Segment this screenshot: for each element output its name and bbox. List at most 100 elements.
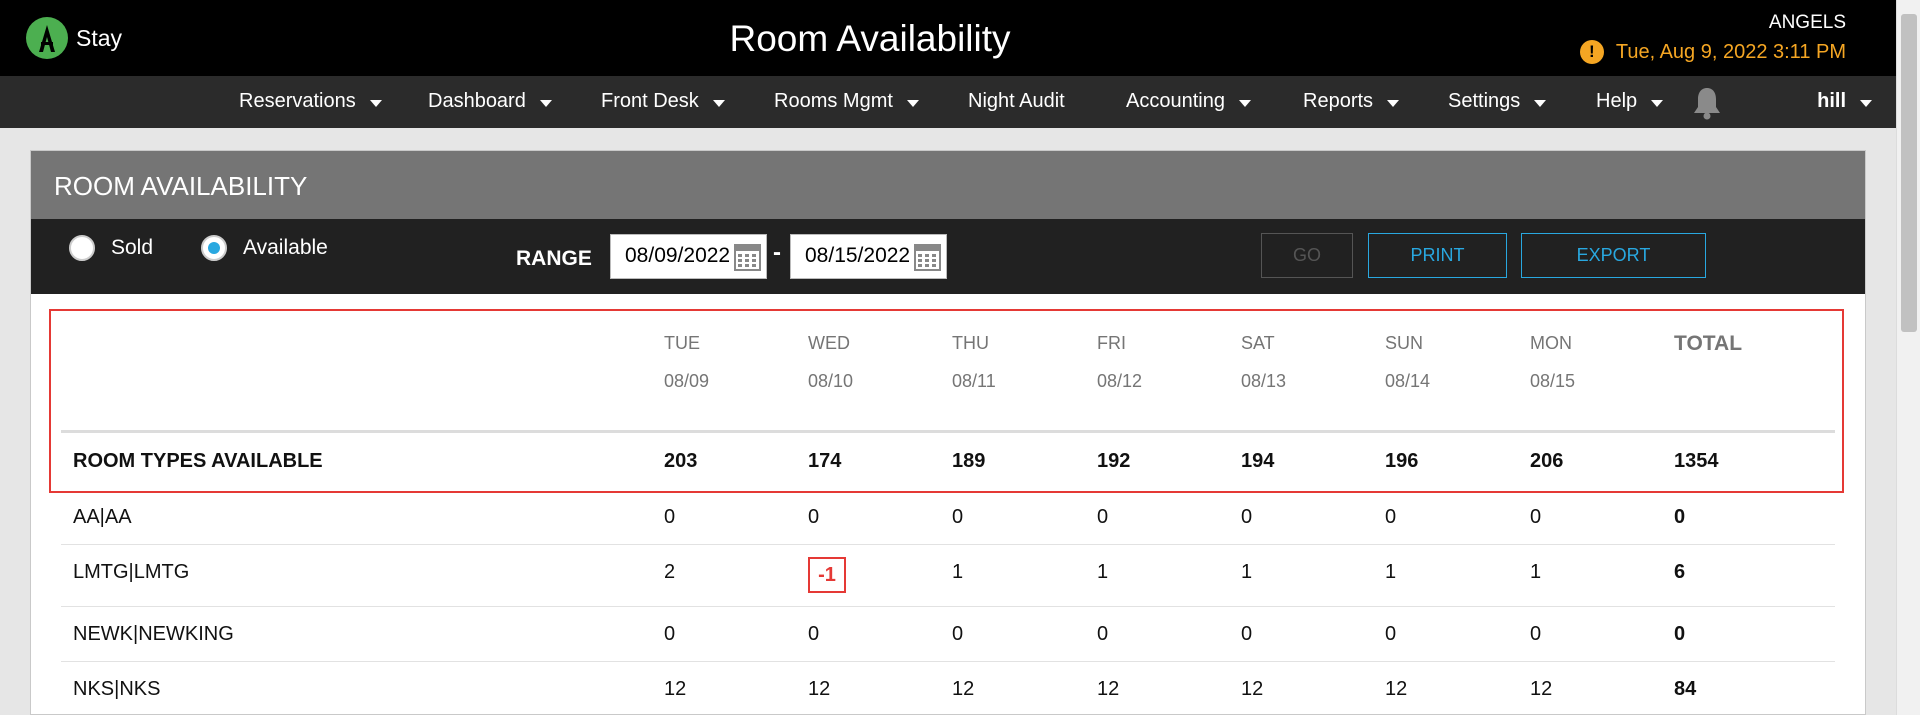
nav-reservations[interactable]: Reservations — [239, 90, 382, 113]
radio-available[interactable]: Available — [201, 235, 328, 261]
col-header-day: TUE — [664, 333, 700, 353]
date-to-field[interactable]: 08/15/2022 — [790, 234, 947, 279]
nav-rooms-mgmt[interactable]: Rooms Mgmt — [774, 90, 919, 113]
top-header: Stay Room Availability ANGELS ! Tue, Aug… — [0, 0, 1896, 76]
col-header-date: 08/11 — [952, 371, 996, 391]
negative-value-cell: -1 — [808, 557, 846, 593]
date-to-value: 08/15/2022 — [805, 244, 911, 267]
nav-label: Rooms Mgmt — [774, 90, 893, 112]
property-name: ANGELS — [1768, 12, 1846, 33]
summary-cell: 189 — [952, 450, 986, 472]
table-cell: 0 — [1241, 506, 1253, 528]
go-button[interactable]: GO — [1261, 233, 1353, 278]
chevron-down-icon — [1238, 99, 1251, 107]
panel-header: ROOM AVAILABILITY — [31, 151, 1865, 219]
bell-icon[interactable] — [1693, 86, 1721, 125]
col-header-date: 08/15 — [1530, 371, 1576, 391]
col-header-date: 08/14 — [1385, 371, 1431, 391]
table-cell: 12 — [808, 678, 831, 700]
table-cell: 0 — [1385, 623, 1397, 645]
print-button[interactable]: PRINT — [1368, 233, 1507, 278]
room-type-label: LMTG|LMTG — [73, 561, 190, 583]
table-cell: 0 — [664, 506, 676, 528]
row-divider — [61, 606, 1835, 607]
table-cell: 2 — [664, 561, 676, 583]
nav-reports[interactable]: Reports — [1303, 90, 1400, 113]
scrollbar-thumb[interactable] — [1901, 14, 1917, 332]
col-header-day: WED — [808, 333, 850, 353]
table-cell: 1 — [1097, 561, 1109, 583]
table-cell: 0 — [1530, 623, 1542, 645]
nav-settings[interactable]: Settings — [1448, 90, 1547, 113]
calendar-icon[interactable] — [734, 244, 761, 271]
col-header-day: THU — [952, 333, 989, 353]
table-cell: 0 — [1241, 623, 1253, 645]
room-type-label: NKS|NKS — [73, 678, 161, 700]
table-cell: 12 — [1241, 678, 1264, 700]
nav-label: Settings — [1448, 90, 1521, 112]
radio-sold[interactable]: Sold — [69, 235, 153, 261]
table-cell: 1 — [1241, 561, 1253, 583]
table-cell: 1 — [1385, 561, 1397, 583]
nav-help[interactable]: Help — [1596, 90, 1664, 113]
summary-cell: 174 — [808, 450, 842, 472]
summary-cell: 206 — [1530, 450, 1564, 472]
nav-label: Help — [1596, 90, 1638, 112]
radio-button-icon[interactable] — [69, 235, 95, 261]
table-cell: 0 — [1097, 623, 1109, 645]
user-menu[interactable]: hill — [1817, 90, 1872, 113]
datetime-text: Tue, Aug 9, 2022 3:11 PM — [1615, 40, 1846, 63]
nav-night-audit[interactable]: Night Audit — [968, 90, 1065, 113]
table-cell: 12 — [1530, 678, 1553, 700]
range-label: RANGE — [516, 247, 592, 270]
summary-row-label: ROOM TYPES AVAILABLE — [73, 450, 323, 472]
summary-cell: 196 — [1385, 450, 1419, 472]
radio-label: Sold — [111, 236, 154, 259]
table-cell: 0 — [952, 623, 964, 645]
radio-button-icon[interactable] — [201, 235, 227, 261]
nav-label: Dashboard — [428, 90, 526, 112]
date-separator: - — [773, 239, 781, 266]
main-nav: Reservations Dashboard Front Desk Rooms … — [0, 76, 1896, 128]
table-cell: 1 — [952, 561, 964, 583]
filter-controls: Sold Available RANGE 08/09/2022 - 08/15/… — [31, 219, 1865, 294]
table-cell: 0 — [1385, 506, 1397, 528]
nav-label: Accounting — [1126, 90, 1225, 112]
nav-dashboard[interactable]: Dashboard — [428, 90, 552, 113]
summary-cell: 194 — [1241, 450, 1275, 472]
page-title: Room Availability — [729, 18, 1011, 59]
room-type-label: AA|AA — [73, 506, 132, 528]
table-cell: 12 — [1097, 678, 1120, 700]
col-header-date: 08/10 — [808, 371, 854, 391]
chevron-down-icon — [1860, 99, 1872, 107]
table-cell: 0 — [1530, 506, 1542, 528]
col-header-date: 08/12 — [1097, 371, 1143, 391]
row-total: 0 — [1674, 506, 1686, 528]
date-from-field[interactable]: 08/09/2022 — [610, 234, 767, 279]
row-divider — [61, 661, 1835, 662]
col-header-day: MON — [1530, 333, 1572, 353]
export-button[interactable]: EXPORT — [1521, 233, 1706, 278]
business-datetime: ! Tue, Aug 9, 2022 3:11 PM — [1579, 40, 1846, 64]
chevron-down-icon — [712, 99, 725, 107]
table-cell: 12 — [664, 678, 687, 700]
room-type-label: NEWK|NEWKING — [73, 623, 234, 645]
nav-accounting[interactable]: Accounting — [1126, 90, 1251, 113]
row-total: 0 — [1674, 623, 1686, 645]
col-header-total: TOTAL — [1674, 332, 1743, 355]
summary-cell: 192 — [1097, 450, 1131, 472]
page-scrollbar[interactable] — [1896, 0, 1920, 715]
warning-icon: ! — [1579, 40, 1604, 64]
table-cell: 0 — [1097, 506, 1109, 528]
nav-front-desk[interactable]: Front Desk — [601, 90, 725, 113]
panel-title: ROOM AVAILABILITY — [54, 171, 308, 201]
summary-total: 1354 — [1674, 450, 1719, 472]
col-header-day: SUN — [1385, 333, 1424, 353]
chevron-down-icon — [1651, 99, 1664, 107]
chevron-down-icon — [539, 99, 552, 107]
calendar-icon[interactable] — [914, 244, 941, 271]
chevron-down-icon — [1534, 99, 1547, 107]
nav-label: Front Desk — [601, 90, 699, 112]
table-cell: 0 — [808, 506, 820, 528]
col-header-day: SAT — [1241, 333, 1275, 353]
